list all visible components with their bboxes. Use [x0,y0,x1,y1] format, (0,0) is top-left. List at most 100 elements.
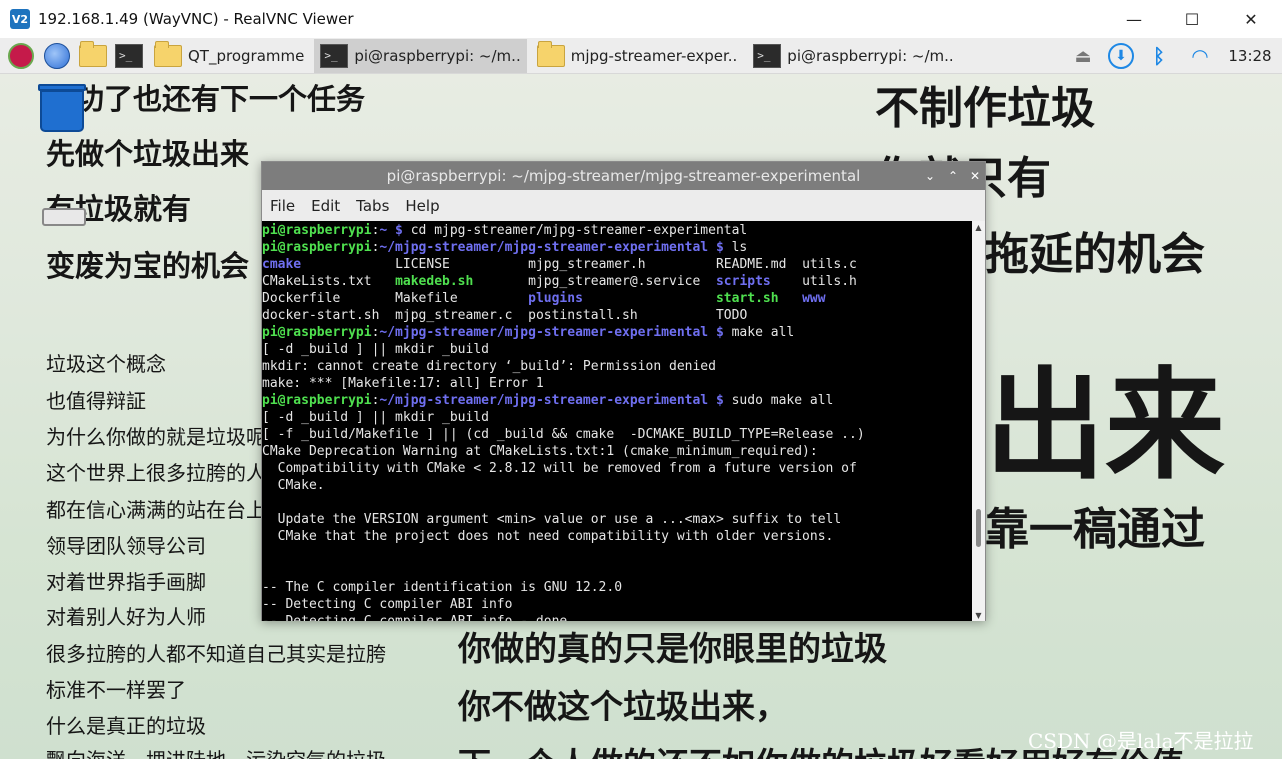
bluetooth-icon[interactable]: ᛒ [1146,38,1172,74]
drive-icon[interactable] [42,208,86,226]
terminal-text: README.md [715,257,803,272]
terminal-text: Dockerfile [262,291,396,306]
wallpaper-text: 先做个垃圾出来 [46,137,250,171]
folder-icon [536,40,565,67]
terminal-text: [ -f _build/Makefile ] || (cd _build && … [262,427,865,442]
terminal-line: pi@raspberrypi:~ $ cd mjpg-streamer/mjpg… [262,222,974,239]
csdn-watermark: CSDN @是lala不是拉拉 [1028,729,1254,753]
taskbar-task-terminal-2[interactable]: >_ pi@raspberrypi: ~/m.. [747,39,959,73]
terminal-icon: >_ [320,43,349,68]
terminal-minimize-button[interactable]: ⌄ [922,168,938,184]
terminal-launcher[interactable]: >_ [114,41,144,71]
wallpaper-text: 变废为宝的机会 [46,249,250,283]
terminal-line: CMake. [262,477,974,494]
terminal-icon: >_ [753,43,782,68]
wallpaper-text: 也值得辩証 [46,389,146,413]
terminal-window[interactable]: pi@raspberrypi: ~/mjpg-streamer/mjpg-str… [261,161,986,621]
terminal-text: ls [723,240,748,255]
clock[interactable]: 13:28 [1226,38,1274,74]
wallpaper-text: 靠一稿通过 [985,504,1205,555]
terminal-text: utils.h [802,274,857,289]
wallpaper-text: 为什么你做的就是垃圾呢 [46,425,266,449]
terminal-titlebar[interactable]: pi@raspberrypi: ~/mjpg-streamer/mjpg-str… [262,162,985,190]
scrollbar-thumb[interactable] [976,509,981,547]
wallpaper-text: 很多拉胯的人都不知道自己其实是拉胯 [46,642,386,666]
terminal-text: -- Detecting C compiler ABI info [262,597,513,612]
file-manager-launcher[interactable] [78,40,108,71]
minimize-button[interactable]: — [1105,0,1163,38]
terminal-text: pi@raspberrypi [262,393,372,408]
terminal-text: [ -d _build ] || mkdir _build [262,342,489,357]
terminal-line: mkdir: cannot create directory ‘_build’:… [262,358,974,375]
taskbar-task-terminal-1[interactable]: >_ pi@raspberrypi: ~/m.. [314,38,527,73]
task-label: mjpg-streamer-exper.. [570,46,738,65]
terminal-line: pi@raspberrypi:~/mjpg-streamer/mjpg-stre… [262,324,974,341]
vnc-window-title: 192.168.1.49 (WayVNC) - RealVNC Viewer [38,10,354,28]
terminal-text: ~/mjpg-streamer/mjpg-streamer-experiment… [379,393,724,408]
terminal-icon: >_ [115,43,143,68]
taskbar-task-qt-programme[interactable]: QT_programme [148,39,310,73]
menu-tabs[interactable]: Tabs [356,197,389,215]
wallpaper-text: 领导团队领导公司 [46,534,206,558]
raspberry-menu-button[interactable] [6,41,36,71]
terminal-line: -- Detecting C compiler ABI info - done [262,613,974,621]
terminal-line: docker-start.sh mjpg_streamer.c postinst… [262,307,974,324]
menu-edit[interactable]: Edit [311,197,340,215]
browser-launcher[interactable] [42,41,72,71]
wallpaper-text: 这个世界上很多拉胯的人 [46,461,266,485]
remote-desktop[interactable]: 成功了也还有下一个任务 先做个垃圾出来 有垃圾就有 变废为宝的机会 垃圾这个概念… [0,38,1282,759]
taskbar-task-mjpg-streamer-folder[interactable]: mjpg-streamer-exper.. [531,39,744,73]
eject-icon[interactable]: ⏏ [1070,38,1096,74]
terminal-line: -- The C compiler identification is GNU … [262,579,974,596]
terminal-line: -- Detecting C compiler ABI info [262,596,974,613]
terminal-text: scripts [715,274,803,289]
terminal-text: make all [723,325,795,340]
terminal-title: pi@raspberrypi: ~/mjpg-streamer/mjpg-str… [386,167,861,185]
terminal-text: cd mjpg-streamer/mjpg-streamer-experimen… [402,223,748,238]
terminal-text: postinstall.sh [528,308,716,323]
terminal-line: CMake Deprecation Warning at CMakeLists.… [262,443,974,460]
folder-icon [154,40,182,67]
terminal-line: Update the VERSION argument <min> value … [262,511,974,528]
terminal-menubar: File Edit Tabs Help [262,190,985,221]
terminal-text: pi@raspberrypi [262,223,372,238]
terminal-text: sudo make all [723,393,834,408]
terminal-text: pi@raspberrypi [262,240,372,255]
terminal-line: make: *** [Makefile:17: all] Error 1 [262,375,974,392]
terminal-scrollbar[interactable]: ▲ ▼ [972,221,985,621]
close-button[interactable]: ✕ [1222,0,1280,38]
wastebasket-icon[interactable] [38,84,86,132]
terminal-text: cmake [262,257,396,272]
wallpaper-text: 标准不一样罢了 [46,678,186,702]
terminal-lines: pi@raspberrypi:~ $ cd mjpg-streamer/mjpg… [262,222,974,621]
terminal-maximize-button[interactable]: ⌃ [945,168,961,184]
terminal-output[interactable]: pi@raspberrypi:~ $ cd mjpg-streamer/mjpg… [262,221,974,621]
wifi-icon[interactable]: ◠ [1186,38,1214,74]
scroll-down-arrow[interactable]: ▼ [972,609,985,621]
scroll-up-arrow[interactable]: ▲ [972,221,985,233]
terminal-text: plugins [528,291,716,306]
terminal-text: www [802,291,826,306]
wallpaper-text: 你做的真的只是你眼里的垃圾 [458,629,887,668]
menu-help[interactable]: Help [405,197,439,215]
maximize-button[interactable]: ☐ [1163,0,1221,38]
terminal-text: mkdir: cannot create directory ‘_build’:… [262,359,716,374]
menu-file[interactable]: File [270,197,295,215]
wallpaper-text: 飘向海洋，埋进陆地，污染空气的垃圾 [46,744,386,759]
terminal-text: [ -d _build ] || mkdir _build [262,410,489,425]
wallpaper-text: 你不做这个垃圾出来， [458,687,788,726]
wastebasket-lid [38,84,86,91]
terminal-text: utils.c [802,257,857,272]
terminal-close-button[interactable]: ✕ [967,168,983,184]
terminal-text: pi@raspberrypi [262,325,372,340]
terminal-line: [ -f _build/Makefile ] || (cd _build && … [262,426,974,443]
update-button[interactable]: ⬇ [1106,38,1136,74]
terminal-text: mjpg_streamer.c [395,308,529,323]
terminal-text: mjpg_streamer@.service [528,274,716,289]
terminal-line: [ -d _build ] || mkdir _build [262,409,974,426]
wallpaper-text: 出来 [985,355,1225,496]
terminal-text: Makefile [395,291,529,306]
terminal-text: CMakeLists.txt [262,274,396,289]
